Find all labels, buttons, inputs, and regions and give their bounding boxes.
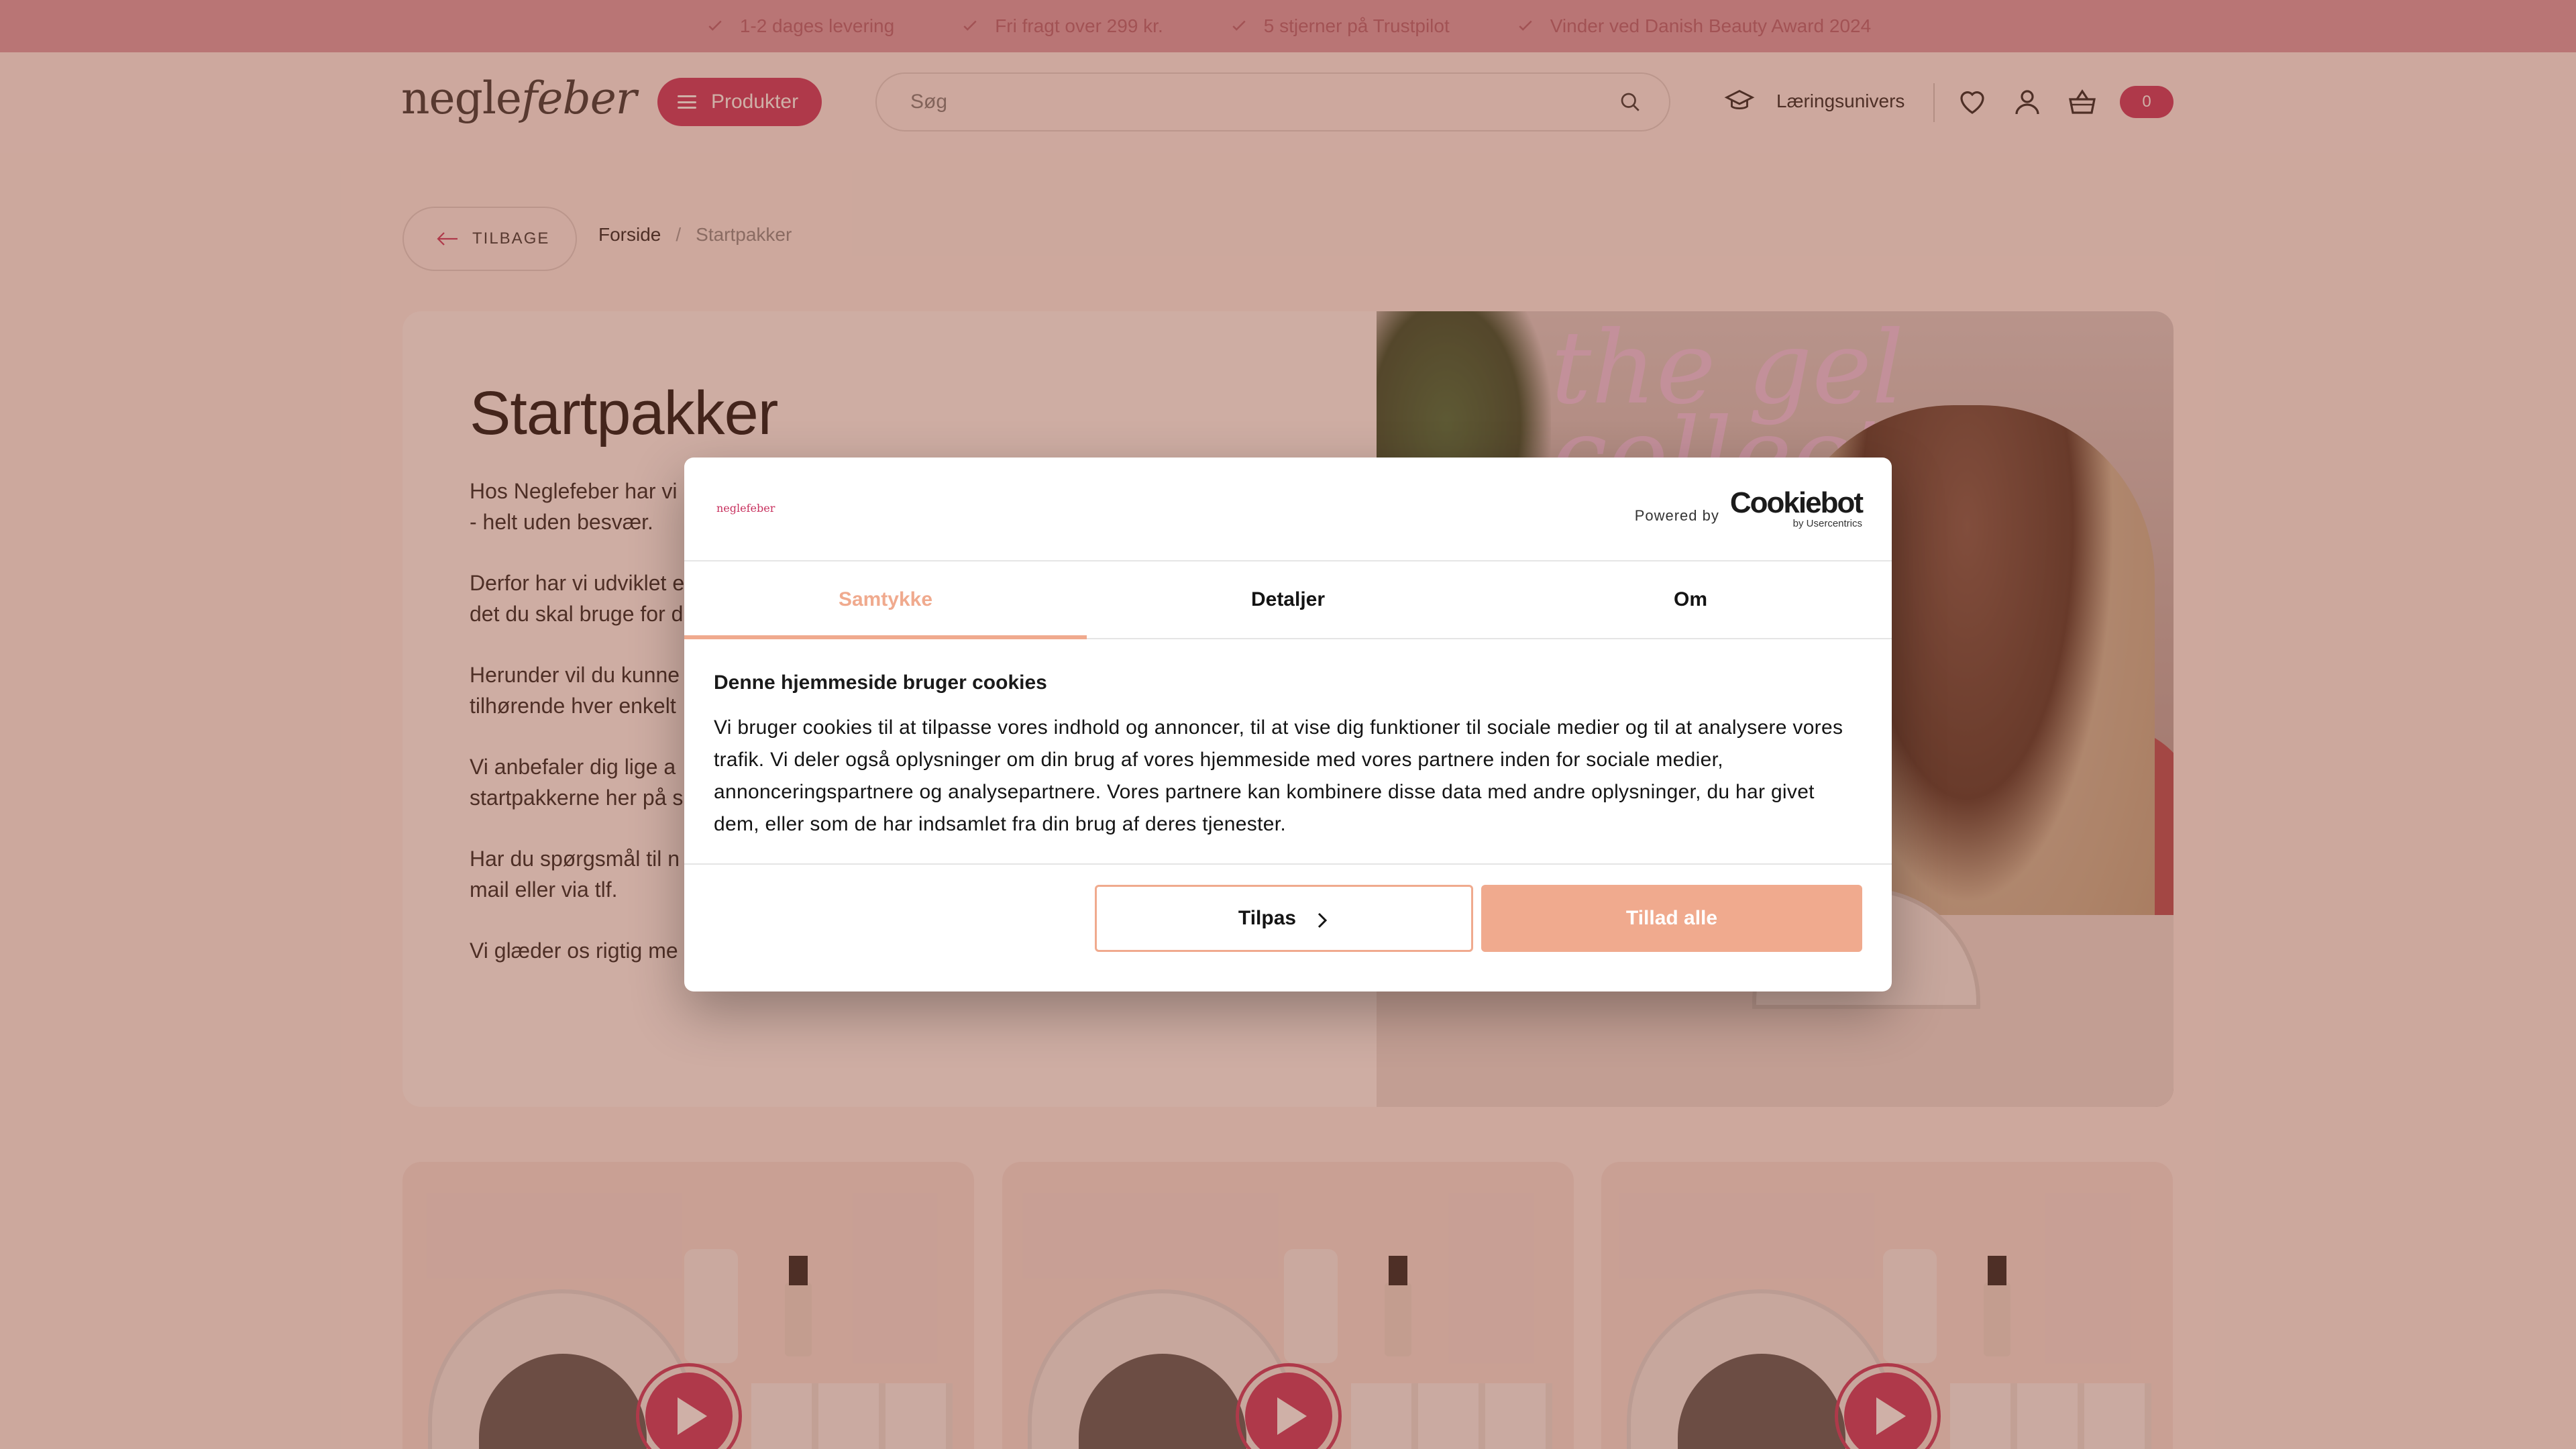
allow-all-button[interactable]: Tillad alle (1481, 885, 1862, 952)
dialog-site-logo: neglefeber (716, 502, 775, 515)
dialog-footer: Tilpas Tillad alle (684, 865, 1892, 990)
dialog-tabs: Samtykke Detaljer Om (684, 561, 1892, 639)
cookie-consent-dialog: neglefeber Powered by Cookiebot by Userc… (684, 458, 1892, 991)
cookiebot-brand: Cookiebot (1729, 486, 1864, 519)
customize-label: Tilpas (1238, 907, 1297, 929)
tab-about[interactable]: Om (1489, 561, 1892, 638)
dialog-body: Denne hjemmeside bruger cookies Vi bruge… (684, 639, 1892, 865)
customize-button[interactable]: Tilpas (1095, 885, 1473, 952)
powered-by-cookiebot[interactable]: Powered by Cookiebot by Usercentrics (1634, 486, 1864, 530)
cookiebot-logo: Cookiebot by Usercentrics (1729, 486, 1864, 530)
tab-details[interactable]: Detaljer (1087, 561, 1489, 638)
dialog-header: neglefeber Powered by Cookiebot by Userc… (684, 458, 1892, 561)
dialog-text: Vi bruger cookies til at tilpasse vores … (714, 716, 1843, 835)
tab-consent[interactable]: Samtykke (684, 561, 1087, 639)
powered-by-label: Powered by (1634, 506, 1719, 524)
dialog-heading: Denne hjemmeside bruger cookies (714, 672, 1047, 694)
chevron-right-icon (1318, 912, 1328, 928)
cookiebot-sub: by Usercentrics (1792, 518, 1862, 529)
